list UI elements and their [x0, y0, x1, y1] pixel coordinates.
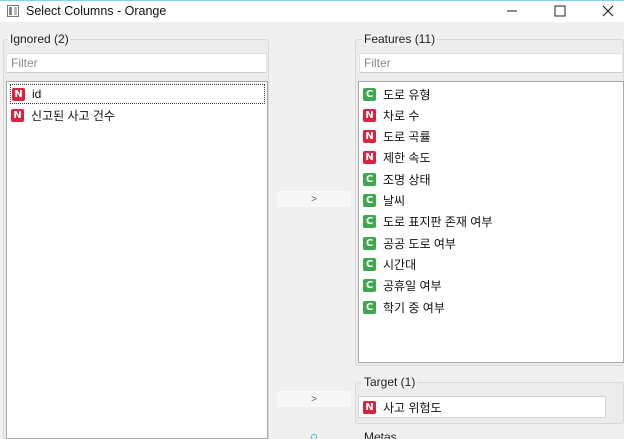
list-item[interactable]: N 사고 위험도: [362, 397, 446, 417]
item-label: 공공 도로 여부: [383, 236, 456, 251]
list-item[interactable]: C 날씨: [362, 190, 409, 210]
item-label: 도로 표지판 존재 여부: [383, 214, 493, 229]
maximize-button[interactable]: [540, 1, 580, 21]
item-label: 사고 위험도: [383, 400, 442, 415]
list-item[interactable]: N 신고된 사고 건수: [10, 105, 119, 125]
numeric-variable-icon: N: [363, 150, 376, 164]
categorical-variable-icon: C: [363, 87, 376, 101]
categorical-variable-icon: C: [363, 193, 376, 207]
features-title: Features (11): [362, 32, 438, 46]
minimize-button[interactable]: [492, 1, 532, 21]
list-item[interactable]: N 차로 수: [362, 105, 423, 125]
item-label: id: [32, 87, 42, 101]
categorical-variable-icon: C: [363, 236, 376, 250]
target-list[interactable]: N 사고 위험도: [358, 396, 606, 418]
list-item[interactable]: C 공공 도로 여부: [362, 233, 460, 253]
list-item[interactable]: C 시간대: [362, 254, 420, 274]
item-label: 도로 곡률: [383, 129, 431, 144]
item-label: 시간대: [383, 257, 417, 272]
categorical-variable-icon: C: [363, 257, 376, 271]
numeric-variable-icon: N: [363, 129, 376, 143]
ignored-list[interactable]: N id N 신고된 사고 건수: [6, 81, 268, 439]
metas-title: Metas: [362, 430, 399, 439]
list-item[interactable]: C 도로 표지판 존재 여부: [362, 211, 496, 231]
numeric-variable-icon: N: [11, 108, 24, 122]
numeric-variable-icon: N: [363, 108, 376, 122]
item-label: 차로 수: [383, 108, 420, 123]
item-label: 도로 유형: [383, 87, 431, 102]
maximize-icon: [554, 5, 566, 17]
ignored-filter-input[interactable]: [6, 53, 267, 73]
features-filter-input[interactable]: [359, 53, 623, 73]
ignored-title: Ignored (2): [8, 32, 71, 46]
list-item[interactable]: N 제한 속도: [362, 147, 435, 167]
target-title: Target (1): [362, 375, 418, 389]
close-icon: [602, 5, 614, 17]
close-button[interactable]: [588, 1, 624, 21]
minimize-icon: [507, 10, 517, 12]
item-label: 조명 상태: [383, 172, 431, 187]
item-label: 날씨: [383, 193, 406, 208]
list-item[interactable]: C 도로 유형: [362, 84, 435, 104]
list-item[interactable]: C 공휴일 여부: [362, 275, 446, 295]
item-label: 학기 중 여부: [383, 300, 445, 315]
list-item[interactable]: C 조명 상태: [362, 169, 435, 189]
item-label: 공휴일 여부: [383, 278, 442, 293]
item-label: 제한 속도: [383, 150, 431, 165]
splitter-handle[interactable]: [311, 434, 317, 439]
categorical-variable-icon: C: [363, 172, 376, 186]
list-item[interactable]: C 학기 중 여부: [362, 297, 449, 317]
title-bar[interactable]: Select Columns - Orange: [0, 0, 624, 22]
numeric-variable-icon: N: [12, 87, 25, 101]
window-title: Select Columns - Orange: [26, 4, 167, 18]
list-item[interactable]: N id: [10, 84, 265, 104]
categorical-variable-icon: C: [363, 300, 376, 314]
numeric-variable-icon: N: [363, 400, 376, 414]
orange-app-icon: [7, 5, 19, 17]
categorical-variable-icon: C: [363, 278, 376, 292]
categorical-variable-icon: C: [363, 214, 376, 228]
move-to-features-button[interactable]: >: [276, 190, 352, 208]
move-to-target-button[interactable]: >: [276, 390, 352, 408]
list-item[interactable]: N 도로 곡률: [362, 126, 435, 146]
features-list[interactable]: C 도로 유형 N 차로 수 N 도로 곡률 N 제한 속도 C 조명 상태 C…: [358, 81, 624, 363]
item-label: 신고된 사고 건수: [31, 108, 115, 123]
